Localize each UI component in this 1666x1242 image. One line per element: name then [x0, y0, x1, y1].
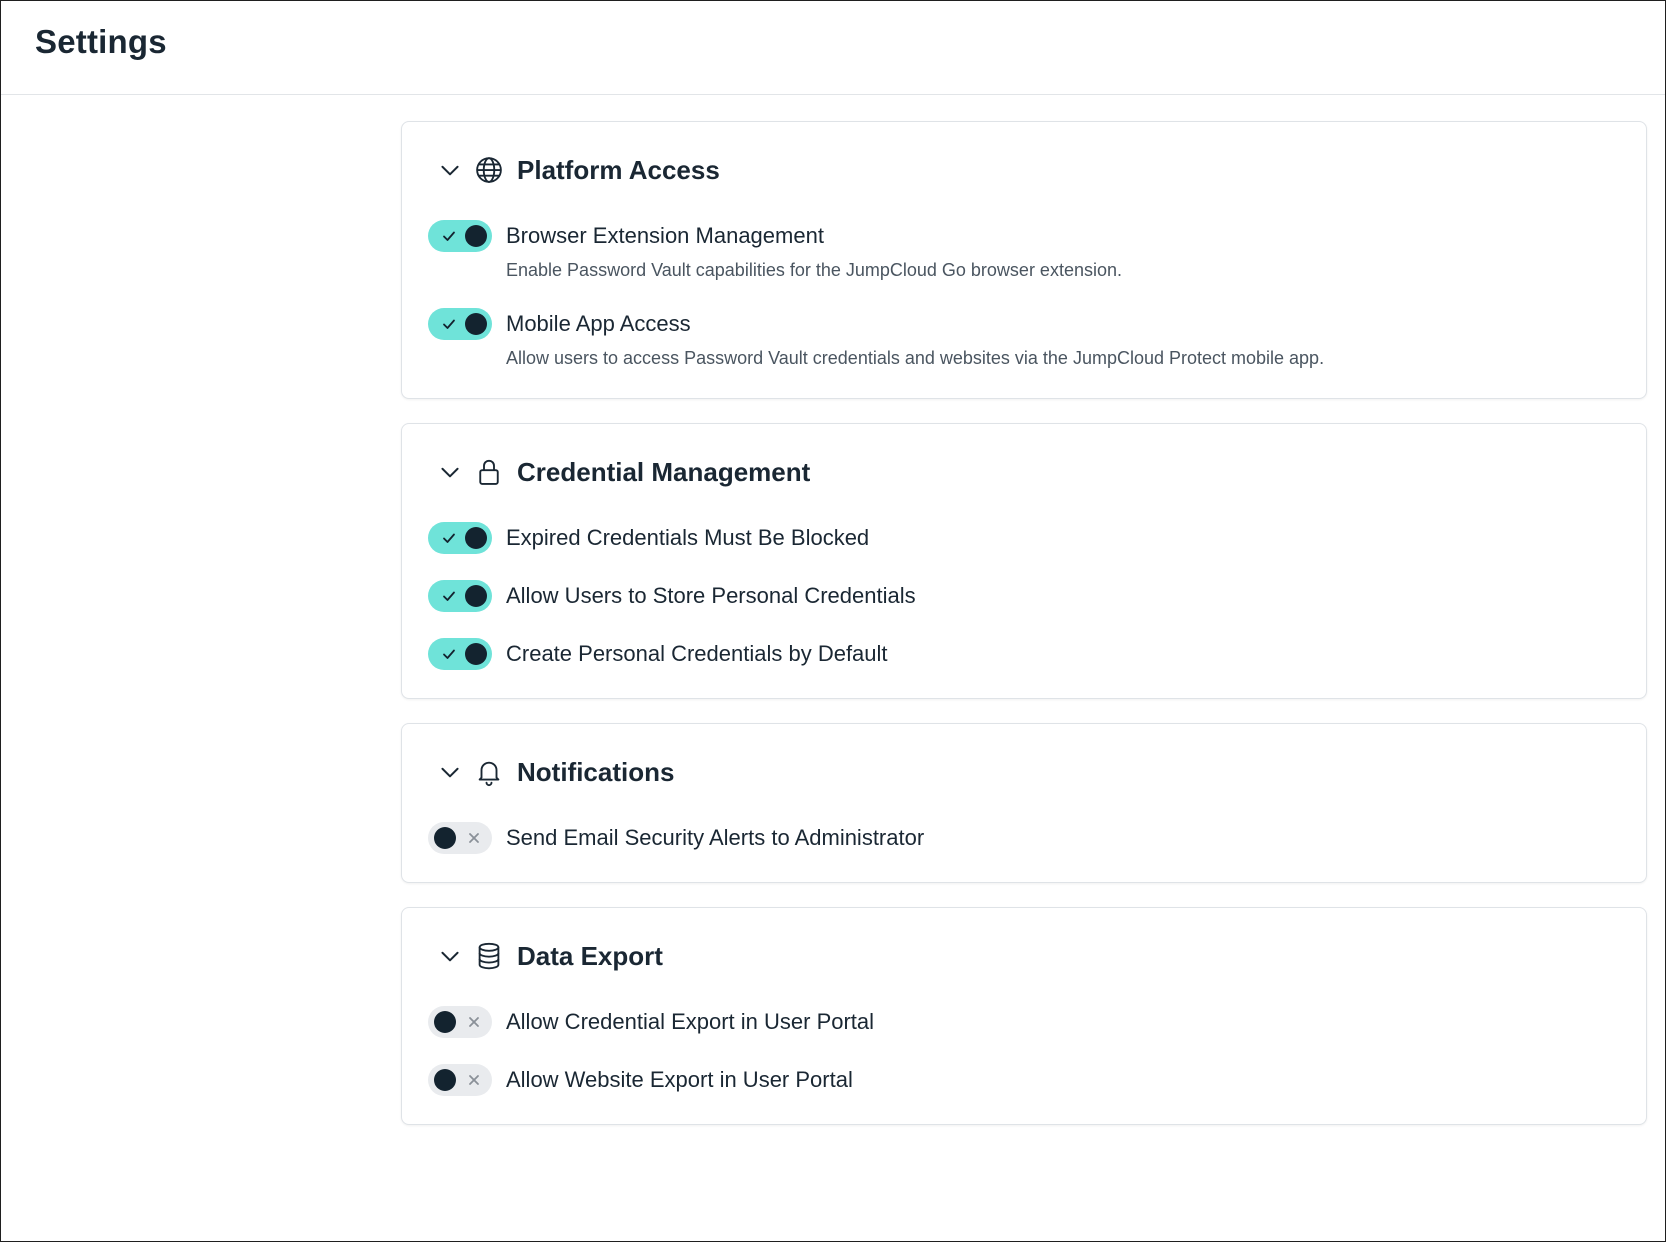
- toggle-knob: [434, 1069, 456, 1091]
- check-icon: [437, 522, 461, 554]
- setting-description: Enable Password Vault capabilities for t…: [506, 260, 1122, 280]
- setting-row: Mobile App Access Allow users to access …: [428, 308, 1620, 370]
- check-icon: [437, 308, 461, 340]
- check-icon: [437, 580, 461, 612]
- setting-description: Allow users to access Password Vault cre…: [506, 348, 1325, 368]
- setting-row: Create Personal Credentials by Default: [428, 638, 1620, 670]
- expired-credentials-toggle[interactable]: [428, 522, 492, 554]
- chevron-down-icon[interactable]: [435, 155, 465, 185]
- setting-text: Allow Users to Store Personal Credential…: [506, 580, 916, 612]
- website-export-toggle[interactable]: [428, 1064, 492, 1096]
- database-icon: [473, 940, 505, 972]
- section-title: Data Export: [517, 940, 663, 971]
- toggle-knob: [465, 643, 487, 665]
- setting-label: Allow Credential Export in User Portal: [506, 1009, 875, 1034]
- setting-text: Send Email Security Alerts to Administra…: [506, 822, 924, 854]
- setting-label: Mobile App Access: [506, 311, 691, 336]
- browser-extension-toggle[interactable]: [428, 220, 492, 252]
- page-title: Settings: [35, 23, 167, 60]
- settings-content: Platform Access Browser Extension Manage…: [401, 121, 1647, 1149]
- setting-label: Allow Users to Store Personal Credential…: [506, 583, 916, 608]
- setting-text: Expired Credentials Must Be Blocked: [506, 522, 869, 554]
- setting-label: Allow Website Export in User Portal: [506, 1067, 853, 1092]
- chevron-down-icon[interactable]: [435, 757, 465, 787]
- setting-row: Allow Users to Store Personal Credential…: [428, 580, 1620, 612]
- section-notifications: Notifications Send Email Security Alerts…: [401, 723, 1647, 883]
- section-header: Data Export: [428, 936, 1620, 976]
- setting-row: Browser Extension Management Enable Pass…: [428, 220, 1620, 282]
- section-title: Notifications: [517, 756, 675, 787]
- setting-label: Send Email Security Alerts to Administra…: [506, 825, 925, 850]
- x-icon: [462, 1006, 486, 1038]
- toggle-knob: [465, 527, 487, 549]
- store-personal-credentials-toggle[interactable]: [428, 580, 492, 612]
- chevron-down-icon[interactable]: [435, 941, 465, 971]
- setting-row: Send Email Security Alerts to Administra…: [428, 822, 1620, 854]
- setting-text: Allow Website Export in User Portal: [506, 1064, 853, 1096]
- setting-row: Expired Credentials Must Be Blocked: [428, 522, 1620, 554]
- toggle-knob: [465, 585, 487, 607]
- setting-row: Allow Website Export in User Portal: [428, 1064, 1620, 1096]
- check-icon: [437, 220, 461, 252]
- toggle-knob: [465, 225, 487, 247]
- settings-window: Settings Platform Access Browser Extensi…: [0, 0, 1666, 1242]
- setting-row: Allow Credential Export in User Portal: [428, 1006, 1620, 1038]
- section-platform-access: Platform Access Browser Extension Manage…: [401, 121, 1647, 399]
- globe-icon: [473, 154, 505, 186]
- setting-text: Mobile App Access Allow users to access …: [506, 308, 1324, 370]
- mobile-app-access-toggle[interactable]: [428, 308, 492, 340]
- section-header: Platform Access: [428, 150, 1620, 190]
- top-bar: Settings: [1, 1, 1665, 95]
- section-header: Credential Management: [428, 452, 1620, 492]
- section-data-export: Data Export Allow Credential Export in U…: [401, 907, 1647, 1125]
- setting-text: Create Personal Credentials by Default: [506, 638, 888, 670]
- email-security-alerts-toggle[interactable]: [428, 822, 492, 854]
- x-icon: [462, 822, 486, 854]
- credential-export-toggle[interactable]: [428, 1006, 492, 1038]
- section-credential-management: Credential Management Expired Credential…: [401, 423, 1647, 699]
- section-title: Credential Management: [517, 456, 811, 487]
- lock-icon: [473, 456, 505, 488]
- x-icon: [462, 1064, 486, 1096]
- section-header: Notifications: [428, 752, 1620, 792]
- check-icon: [437, 638, 461, 670]
- setting-text: Browser Extension Management Enable Pass…: [506, 220, 1122, 282]
- bell-icon: [473, 756, 505, 788]
- setting-label: Browser Extension Management: [506, 223, 824, 248]
- toggle-knob: [434, 827, 456, 849]
- create-personal-credentials-toggle[interactable]: [428, 638, 492, 670]
- section-title: Platform Access: [517, 154, 720, 185]
- toggle-knob: [434, 1011, 456, 1033]
- chevron-down-icon[interactable]: [435, 457, 465, 487]
- setting-label: Expired Credentials Must Be Blocked: [506, 525, 870, 550]
- setting-text: Allow Credential Export in User Portal: [506, 1006, 874, 1038]
- toggle-knob: [465, 313, 487, 335]
- setting-label: Create Personal Credentials by Default: [506, 641, 888, 666]
